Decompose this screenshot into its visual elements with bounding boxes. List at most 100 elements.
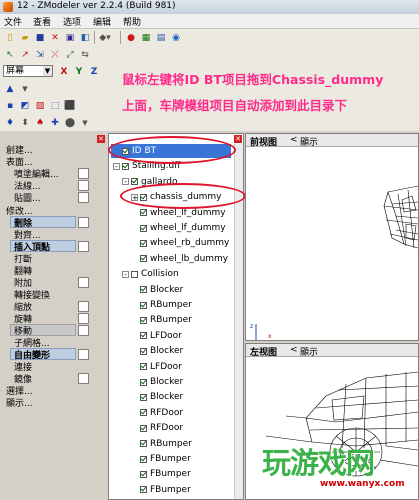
- menu-help[interactable]: 帮助: [123, 15, 141, 28]
- viewport-front-arrow[interactable]: <: [290, 135, 298, 145]
- tree-checkbox[interactable]: [140, 286, 147, 294]
- tree-item[interactable]: RBumper: [131, 300, 192, 310]
- material-icon[interactable]: ▦: [139, 31, 153, 44]
- new-file-icon[interactable]: ▯: [3, 31, 17, 44]
- axis-z-button[interactable]: Z: [87, 65, 101, 78]
- tree-checkbox[interactable]: [140, 486, 147, 494]
- collapse-icon[interactable]: -: [122, 178, 129, 186]
- tree-checkbox[interactable]: [131, 178, 138, 186]
- invert-select-icon[interactable]: ⇆: [78, 48, 92, 61]
- tree-item[interactable]: wheel_lf_dummy: [131, 208, 226, 218]
- tree-checkbox[interactable]: [140, 347, 147, 355]
- tree-item[interactable]: RFDoor: [131, 423, 183, 433]
- option-box[interactable]: [78, 192, 89, 203]
- tree-item[interactable]: Blocker: [131, 346, 183, 356]
- tool-c-icon[interactable]: ♠: [33, 116, 47, 129]
- tree-item[interactable]: - Collision: [122, 269, 179, 279]
- texture-icon[interactable]: ▤: [154, 31, 168, 44]
- tree-checkbox[interactable]: [140, 378, 147, 386]
- save-icon[interactable]: ■: [33, 31, 47, 44]
- tree-checkbox[interactable]: [131, 270, 138, 278]
- option-box[interactable]: [78, 241, 89, 252]
- tree-item[interactable]: RFDoor: [131, 408, 183, 418]
- viewport-left-arrow[interactable]: <: [290, 345, 298, 355]
- tree-checkbox[interactable]: [140, 209, 147, 217]
- panel-close-icon[interactable]: ✕: [97, 135, 105, 143]
- tree-checkbox[interactable]: [140, 393, 147, 401]
- tree-item[interactable]: LFDoor: [131, 331, 182, 341]
- deselect-icon[interactable]: ⤬: [48, 48, 62, 61]
- object-icon[interactable]: ⬚: [48, 99, 62, 112]
- vertex-icon[interactable]: ▪: [3, 99, 17, 112]
- tree-item[interactable]: wheel_lb_dummy: [131, 254, 228, 264]
- tree-close-icon[interactable]: ✕: [234, 135, 242, 143]
- collapse-icon[interactable]: -: [113, 162, 120, 170]
- import-icon[interactable]: ▣: [63, 31, 77, 44]
- face-icon[interactable]: ◩: [18, 99, 32, 112]
- tree-checkbox[interactable]: [140, 470, 147, 478]
- axis-y-button[interactable]: Y: [72, 65, 86, 78]
- viewport-front[interactable]: 前视图 < 顯示 z x: [245, 133, 419, 341]
- dropdown-tool-icon[interactable]: ◆▾: [98, 31, 112, 44]
- select-arrow-icon[interactable]: ↖: [3, 48, 17, 61]
- warning-icon[interactable]: ▲: [3, 82, 17, 95]
- tree-checkbox[interactable]: [122, 162, 129, 170]
- open-folder-icon[interactable]: ▰: [18, 31, 32, 44]
- tree-checkbox[interactable]: [140, 255, 147, 263]
- cube-icon[interactable]: ⬛: [63, 99, 77, 112]
- select-all-icon[interactable]: ⤢: [63, 48, 77, 61]
- tree-item[interactable]: Blocker: [131, 392, 183, 402]
- tree-item[interactable]: FBumper: [131, 454, 191, 464]
- option-box[interactable]: [78, 325, 89, 336]
- tool-b-icon[interactable]: ⬍: [18, 116, 32, 129]
- tree-checkbox[interactable]: [140, 239, 147, 247]
- option-box[interactable]: [78, 301, 89, 312]
- option-box[interactable]: [78, 217, 89, 228]
- tool-a-icon[interactable]: ♦: [3, 116, 17, 129]
- close-file-icon[interactable]: ✕: [48, 31, 62, 44]
- export-icon[interactable]: ◧: [78, 31, 92, 44]
- tree-item[interactable]: wheel_rb_dummy: [131, 238, 229, 248]
- collapse-icon[interactable]: -: [122, 270, 129, 278]
- tree-item[interactable]: RBumper: [131, 439, 192, 449]
- tree-item[interactable]: Blocker: [131, 285, 183, 295]
- tree-checkbox[interactable]: [140, 224, 147, 232]
- option-box[interactable]: [78, 168, 89, 179]
- menu-edit[interactable]: 编辑: [93, 15, 111, 28]
- menu-file[interactable]: 文件: [4, 15, 22, 28]
- tool-d-icon[interactable]: ✚: [48, 116, 62, 129]
- tree-checkbox[interactable]: [140, 455, 147, 463]
- cursor-x-icon[interactable]: ↗: [18, 48, 32, 61]
- option-box[interactable]: [78, 349, 89, 360]
- tree-checkbox[interactable]: [140, 332, 147, 340]
- tree-item[interactable]: FBumper: [131, 469, 191, 479]
- display-select[interactable]: 屏幕 ▼: [3, 65, 53, 77]
- tree-item[interactable]: wheel_lf_dummy: [131, 223, 226, 233]
- tree-checkbox[interactable]: [140, 316, 147, 324]
- tree-checkbox[interactable]: [140, 440, 147, 448]
- mode-dropdown-icon[interactable]: ▼: [18, 82, 32, 95]
- option-box[interactable]: [78, 180, 89, 191]
- help-icon[interactable]: ◉: [169, 31, 183, 44]
- axis-x-button[interactable]: X: [57, 65, 71, 78]
- tree-item[interactable]: RBumper: [131, 315, 192, 325]
- tree-item[interactable]: LFDoor: [131, 362, 182, 372]
- tree-checkbox[interactable]: [140, 409, 147, 417]
- edge-icon[interactable]: ▧: [33, 99, 47, 112]
- tool-e-icon[interactable]: ⬤: [63, 116, 77, 129]
- option-box[interactable]: [78, 373, 89, 384]
- tree-checkbox[interactable]: [140, 424, 147, 432]
- record-icon[interactable]: ●: [124, 31, 138, 44]
- cursor-plus-icon[interactable]: ⇲: [33, 48, 47, 61]
- option-box[interactable]: [78, 313, 89, 324]
- menu-view[interactable]: 查看: [33, 15, 51, 28]
- option-box[interactable]: [78, 277, 89, 288]
- tool-dropdown-icon[interactable]: ▼: [78, 116, 92, 129]
- cmd-texture[interactable]: 貼圖...: [14, 191, 41, 204]
- menu-options[interactable]: 选项: [63, 15, 81, 28]
- tree-item[interactable]: Blocker: [131, 377, 183, 387]
- tree-checkbox[interactable]: [140, 301, 147, 309]
- tree-checkbox[interactable]: [140, 363, 147, 371]
- group-display-title[interactable]: 顯示...: [6, 396, 33, 409]
- tree-item[interactable]: FBumper: [131, 485, 191, 495]
